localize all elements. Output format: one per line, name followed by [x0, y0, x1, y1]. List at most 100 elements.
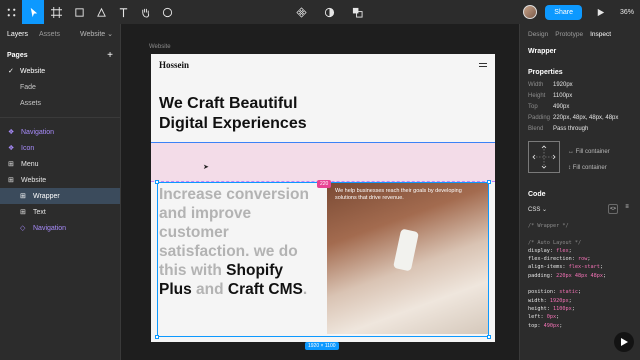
- resize-handle[interactable]: [487, 335, 491, 339]
- prop-key: Width: [528, 82, 544, 88]
- layer-menu[interactable]: ⊞ Menu: [0, 156, 120, 172]
- fill-height[interactable]: ↕ Fill container: [568, 165, 607, 171]
- tab-design[interactable]: Design: [528, 31, 548, 38]
- resize-handle[interactable]: [487, 180, 491, 184]
- layer-icon[interactable]: ❖ Icon: [0, 140, 120, 156]
- prop-padding: Padding 220px, 48px, 48px, 48px: [520, 113, 640, 124]
- avatar[interactable]: [523, 5, 538, 19]
- fill-width-label: Fill container: [575, 149, 610, 155]
- layer-label: Navigation: [33, 224, 67, 232]
- move-tool-icon[interactable]: [22, 0, 44, 24]
- code-value: flex-start: [568, 264, 600, 271]
- text-tool-icon[interactable]: [112, 0, 134, 24]
- prop-value[interactable]: 1920px: [553, 80, 573, 91]
- code-punct: ;: [602, 272, 607, 279]
- code-value: 490px: [543, 322, 560, 329]
- code-line: width: 1920px;: [528, 297, 632, 305]
- dimension-tag: 1920 × 1100: [305, 342, 339, 350]
- tab-layers[interactable]: Layers: [7, 31, 28, 38]
- pages-title: Pages: [7, 52, 28, 59]
- alignment-box[interactable]: [528, 141, 560, 173]
- frame-label[interactable]: Website: [149, 44, 171, 50]
- css-code-block[interactable]: /* Wrapper */ /* Auto Layout */display: f…: [520, 216, 640, 336]
- layer-wrapper[interactable]: ⊞ Wrapper: [0, 188, 120, 204]
- canvas[interactable]: Website Hossein We Craft Beautiful Digit…: [121, 24, 519, 360]
- layer-text[interactable]: ⊞ Text: [0, 204, 120, 220]
- figma-window: Share 36% Layers Assets Website ⌄ Pages …: [0, 0, 640, 360]
- code-line: /* Wrapper */: [528, 223, 569, 229]
- wrapper-selection[interactable]: [155, 180, 491, 339]
- fill-height-label: Fill container: [572, 165, 607, 171]
- prop-value[interactable]: 220px, 48px, 48px, 48px: [553, 113, 618, 124]
- code-language-select[interactable]: CSS ⌄: [528, 206, 547, 213]
- code-property: padding:: [528, 272, 557, 279]
- code-value: 0px: [546, 314, 557, 321]
- layer-navigation-instance[interactable]: ◇ Navigation: [0, 220, 120, 236]
- tab-inspect[interactable]: Inspect: [590, 31, 611, 38]
- code-property: position:: [528, 289, 560, 296]
- frame-layer-icon: ⊞: [20, 208, 26, 216]
- tab-prototype[interactable]: Prototype: [555, 31, 583, 38]
- properties-title: Properties: [528, 69, 563, 76]
- code-punct: ;: [568, 247, 572, 254]
- main-menu-icon[interactable]: [0, 0, 22, 24]
- code-title: Code: [528, 191, 546, 198]
- auto-layout-section: ↔ Fill container ↕ Fill container: [520, 141, 640, 181]
- component-icon[interactable]: [290, 0, 312, 24]
- code-property: left:: [528, 314, 547, 321]
- layer-navigation[interactable]: ❖ Navigation: [0, 124, 120, 140]
- layer-label: Navigation: [21, 128, 55, 136]
- page-switcher[interactable]: Website ⌄: [80, 30, 113, 38]
- layers-panel: Layers Assets Website ⌄ Pages + ✓ Websit…: [0, 24, 121, 360]
- play-icon[interactable]: [614, 332, 634, 352]
- code-line: padding: 220px 48px 48px;: [528, 272, 632, 280]
- page-item-website[interactable]: ✓ Website: [0, 63, 120, 79]
- prop-key: Blend: [528, 126, 544, 132]
- frame-tool-icon[interactable]: [44, 0, 68, 24]
- code-line: height: 1100px;: [528, 305, 632, 313]
- add-page-button[interactable]: +: [107, 51, 113, 61]
- prop-value[interactable]: 490px: [553, 102, 569, 113]
- inspect-panel: Design Prototype Inspect Wrapper Propert…: [519, 24, 640, 360]
- code-line: align-items: flex-start;: [528, 263, 632, 271]
- website-frame[interactable]: Hossein We Craft Beautiful Digital Exper…: [151, 54, 495, 342]
- alignment-arrows-icon: [532, 145, 556, 169]
- prop-value[interactable]: 1100px: [553, 91, 572, 102]
- toolbar: Share 36%: [0, 0, 640, 24]
- check-icon: ✓: [8, 68, 14, 75]
- pen-tool-icon[interactable]: [90, 0, 112, 24]
- prop-key: Padding: [528, 115, 551, 121]
- code-property: height:: [528, 305, 553, 312]
- resize-handle[interactable]: [155, 180, 159, 184]
- tab-assets[interactable]: Assets: [39, 31, 60, 38]
- code-line: left: 0px;: [528, 313, 632, 321]
- code-punct: ;: [587, 256, 591, 263]
- page-item-assets[interactable]: Assets: [0, 95, 120, 111]
- fill-width[interactable]: ↔ Fill container: [568, 149, 610, 155]
- code-property: width:: [528, 297, 550, 304]
- code-punct: ;: [556, 314, 560, 321]
- instance-layer-icon: ◇: [20, 224, 26, 232]
- prop-value[interactable]: Pass through: [553, 124, 588, 135]
- boolean-icon[interactable]: [346, 0, 368, 24]
- rectangle-tool-icon[interactable]: [68, 0, 90, 24]
- layer-label: Icon: [21, 144, 35, 152]
- comment-tool-icon[interactable]: [156, 0, 178, 24]
- present-icon[interactable]: [590, 0, 612, 24]
- mask-icon[interactable]: [318, 0, 340, 24]
- resize-handle[interactable]: [155, 335, 159, 339]
- chevron-down-icon: ⌄: [542, 206, 548, 213]
- share-button[interactable]: Share: [545, 4, 582, 20]
- code-view-icon[interactable]: <>: [608, 204, 618, 214]
- code-header: CSS ⌄ <> ≡: [520, 202, 640, 216]
- page-item-fade[interactable]: Fade: [0, 79, 120, 95]
- code-property: align-items:: [528, 264, 569, 271]
- list-view-icon[interactable]: ≡: [622, 204, 632, 214]
- component-layer-icon: ❖: [8, 144, 15, 152]
- layer-website[interactable]: ⊞ Website: [0, 172, 120, 188]
- headline-line-2: Digital Experiences: [159, 115, 307, 132]
- zoom-level[interactable]: 36%: [620, 9, 634, 16]
- hand-tool-icon[interactable]: [134, 0, 156, 24]
- code-value: row: [577, 256, 588, 263]
